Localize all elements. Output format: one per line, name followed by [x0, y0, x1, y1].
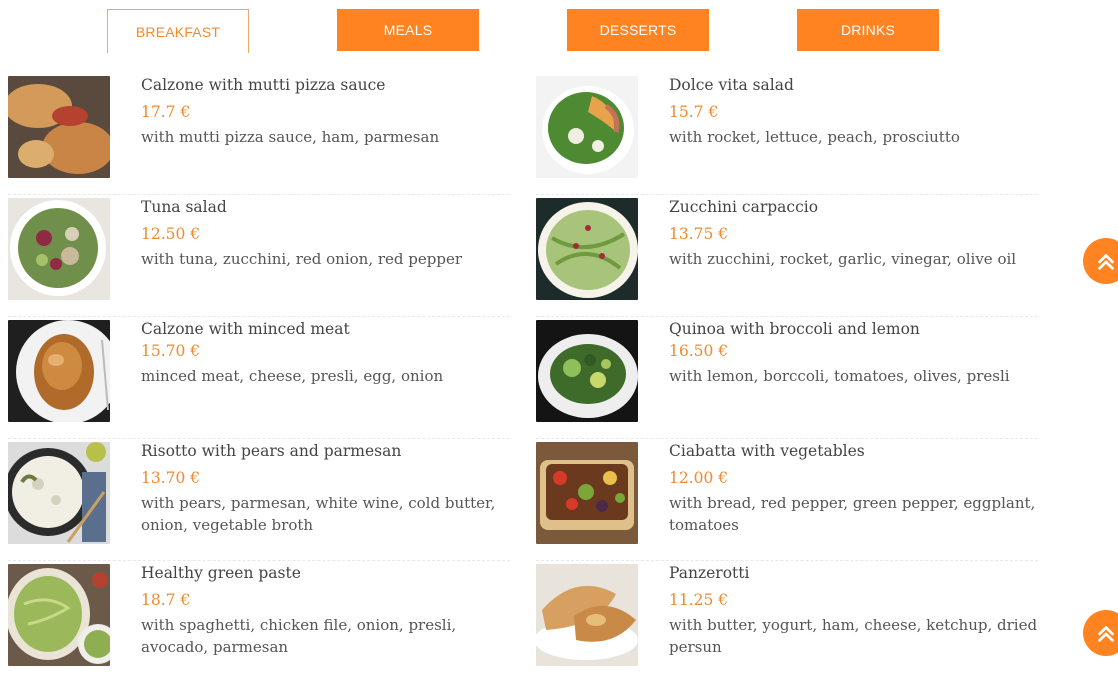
item-title: Calzone with minced meat: [141, 320, 350, 338]
menu-column-right: Dolce vita salad 15.7 € with rocket, let…: [536, 73, 1038, 683]
food-image: [8, 564, 110, 666]
item-price: 18.7 €: [141, 591, 191, 609]
food-image: [536, 320, 638, 422]
menu-item[interactable]: Ciabatta with vegetables 12.00 € with br…: [536, 439, 1038, 561]
tab-meals[interactable]: MEALS: [337, 9, 479, 51]
item-price: 16.50 €: [669, 342, 729, 360]
item-description: with pears, parmesan, white wine, cold b…: [141, 494, 496, 534]
item-price: 17.7 €: [141, 103, 191, 121]
scroll-top-button[interactable]: [1083, 610, 1118, 656]
tab-desserts[interactable]: DESSERTS: [567, 9, 709, 51]
item-description: with mutti pizza sauce, ham, parmesan: [141, 128, 440, 146]
menu-item[interactable]: Risotto with pears and parmesan 13.70 € …: [8, 439, 510, 561]
food-image: [536, 76, 638, 178]
food-image: [536, 442, 638, 544]
menu-item[interactable]: Panzerotti 11.25 € with butter, yogurt, …: [536, 561, 1038, 683]
item-title: Quinoa with broccoli and lemon: [669, 320, 920, 338]
menu-item[interactable]: Tuna salad 12.50 € with tuna, zucchini, …: [8, 195, 510, 317]
item-title: Ciabatta with vegetables: [669, 442, 865, 460]
item-price: 15.70 €: [141, 342, 201, 360]
food-image: [536, 564, 638, 666]
food-image: [8, 442, 110, 544]
item-price: 13.75 €: [669, 225, 729, 243]
item-description: with rocket, lettuce, peach, prosciutto: [669, 128, 960, 146]
food-image: [8, 198, 110, 300]
tab-drinks[interactable]: DRINKS: [797, 9, 939, 51]
menu-item[interactable]: Dolce vita salad 15.7 € with rocket, let…: [536, 73, 1038, 195]
item-title: Calzone with mutti pizza sauce: [141, 76, 386, 94]
menu-column-left: Calzone with mutti pizza sauce 17.7 € wi…: [8, 73, 510, 683]
item-description: with tuna, zucchini, red onion, red pepp…: [141, 250, 463, 268]
item-description: with bread, red pepper, green pepper, eg…: [669, 494, 1036, 534]
menu-item[interactable]: Quinoa with broccoli and lemon 16.50 € w…: [536, 317, 1038, 439]
tab-breakfast[interactable]: BREAKFAST: [107, 9, 249, 53]
menu-tabs: BREAKFAST MEALS DESSERTS DRINKS: [0, 9, 1118, 53]
item-description: with zucchini, rocket, garlic, vinegar, …: [669, 250, 1017, 268]
item-price: 12.00 €: [669, 469, 729, 487]
item-title: Zucchini carpaccio: [669, 198, 819, 216]
item-title: Tuna salad: [141, 198, 227, 216]
menu-item[interactable]: Calzone with minced meat 15.70 € minced …: [8, 317, 510, 439]
item-title: Dolce vita salad: [669, 76, 794, 94]
double-chevron-up-icon: [1098, 626, 1114, 642]
item-description: minced meat, cheese, presli, egg, onion: [141, 367, 444, 385]
item-price: 11.25 €: [669, 591, 729, 609]
scroll-top-button[interactable]: [1083, 238, 1118, 284]
item-description: with lemon, borccoli, tomatoes, olives, …: [669, 367, 1010, 385]
double-chevron-up-icon: [1098, 254, 1114, 270]
menu-item[interactable]: Healthy green paste 18.7 € with spaghett…: [8, 561, 510, 683]
item-description: with spaghetti, chicken file, onion, pre…: [141, 616, 457, 656]
item-title: Risotto with pears and parmesan: [141, 442, 402, 460]
food-image: [536, 198, 638, 300]
menu-item[interactable]: Zucchini carpaccio 13.75 € with zucchini…: [536, 195, 1038, 317]
item-title: Panzerotti: [669, 564, 750, 582]
item-description: with butter, yogurt, ham, cheese, ketchu…: [669, 616, 1038, 656]
item-price: 15.7 €: [669, 103, 719, 121]
item-title: Healthy green paste: [141, 564, 301, 582]
item-price: 13.70 €: [141, 469, 201, 487]
menu-item[interactable]: Calzone with mutti pizza sauce 17.7 € wi…: [8, 73, 510, 195]
food-image: [8, 320, 110, 422]
item-price: 12.50 €: [141, 225, 201, 243]
food-image: [8, 76, 110, 178]
